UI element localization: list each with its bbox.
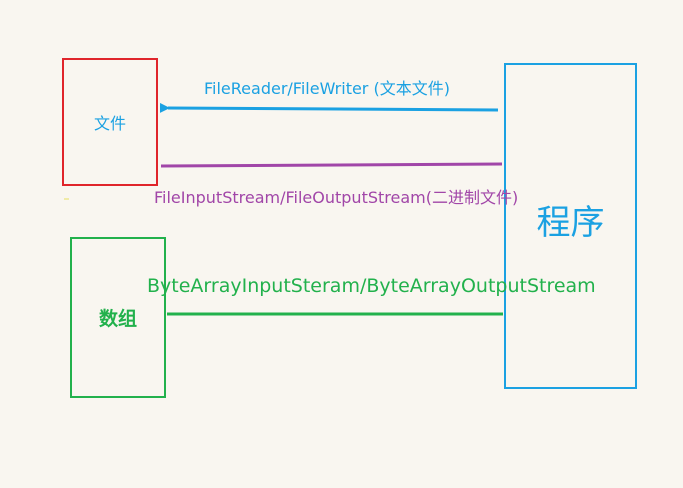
byte-stream-label: FileInputStream/FileOutputStream(二进制文件) xyxy=(154,188,519,207)
text-stream-label: FileReader/FileWriter (文本文件) xyxy=(204,79,450,98)
array-node-label: 数组 xyxy=(98,308,137,330)
array-node: 数组 xyxy=(70,237,166,398)
array-stream-label: ByteArrayInputSteram/ByteArrayOutputStre… xyxy=(147,275,596,297)
file-node: 文件 xyxy=(62,58,158,186)
file-node-label: 文件 xyxy=(93,114,126,133)
program-node-label: 程序 xyxy=(536,203,605,243)
byte-stream-line xyxy=(160,162,503,168)
program-node: 程序 xyxy=(504,63,637,389)
text-stream-arrow xyxy=(159,102,499,113)
